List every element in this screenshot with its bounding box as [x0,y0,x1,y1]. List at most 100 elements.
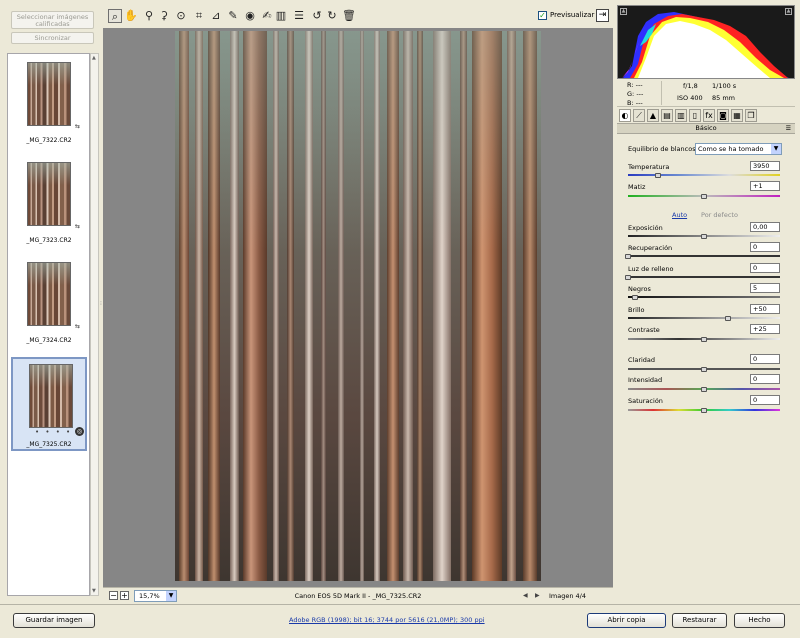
thumbnail-1[interactable]: ⇆ _MG_7322.CR2 [11,57,87,151]
workflow-options-link[interactable]: Adobe RGB (1998); bit 16; 3744 por 5616 … [289,616,485,624]
default-link[interactable]: Por defecto [701,211,738,219]
contraste-field[interactable]: +25 [750,324,780,334]
intensidad-slider-knob[interactable] [701,387,707,392]
negros-label: Negros [628,285,651,293]
matiz-label: Matiz [628,183,646,191]
intensidad-field[interactable]: 0 [750,374,780,384]
tab-snapshots-icon[interactable]: ❐ [745,109,757,122]
recuperacion-field[interactable]: 0 [750,242,780,252]
luz-track[interactable] [628,276,780,278]
settings-icon: ◎ [75,427,84,436]
chevron-down-icon[interactable]: ▼ [771,144,781,154]
scroll-down-icon[interactable]: ▼ [92,588,96,594]
negros-track[interactable] [628,296,780,298]
tab-split-toning-icon[interactable]: ▥ [675,109,687,122]
adjusted-icon: ⇆ [75,123,81,130]
thumbnail-2[interactable]: ⇆ _MG_7323.CR2 [11,157,87,251]
luz-field[interactable]: 0 [750,263,780,273]
negros-slider-knob[interactable] [632,295,638,300]
hand-icon[interactable]: ✋ [124,9,138,23]
intensidad-label: Intensidad [628,376,663,384]
color-sampler-icon[interactable]: ⚳ [157,9,171,23]
brillo-slider-knob[interactable] [725,316,731,321]
contraste-slider-knob[interactable] [701,337,707,342]
tab-hsl-icon[interactable]: ▤ [661,109,673,122]
wb-select[interactable]: Como se ha tomado ▼ [695,143,782,155]
adjusted-icon: ⇆ [75,323,81,330]
open-copy-button[interactable]: Abrir copia [587,613,666,628]
image-status-bar: − + 15,7% ▼ Canon EOS 5D Mark II - _MG_7… [103,587,613,604]
preview-checkbox[interactable]: ✓ [538,11,547,20]
iso-value: ISO 400 [677,94,703,102]
panel-menu-icon[interactable]: ☰ [786,124,791,133]
claridad-field[interactable]: 0 [750,354,780,364]
scroll-up-icon[interactable]: ▲ [92,55,96,61]
adjustment-brush-icon[interactable]: ✍ [260,9,274,23]
brillo-track[interactable] [628,317,780,319]
prev-image-icon[interactable]: ◀ [523,592,528,599]
crop-icon[interactable]: ⌗ [192,9,206,23]
exposicion-field[interactable]: 0,00 [750,222,780,232]
info-panel: R: --- G: --- B: --- f/1,8 1/100 s ISO 4… [617,79,795,107]
thumbnail-image [29,364,73,428]
tab-lens-icon[interactable]: ▯ [689,109,701,122]
thumbnail-4[interactable]: • • • • • ◎ _MG_7325.CR2 [11,357,87,451]
saturacion-slider-knob[interactable] [701,408,707,413]
straighten-icon[interactable]: ⊿ [209,9,223,23]
chevron-down-icon[interactable]: ▼ [166,591,176,601]
temperatura-track[interactable] [628,174,780,176]
photo-preview [175,31,541,581]
thumbnail-3[interactable]: ⇆ _MG_7324.CR2 [11,257,87,351]
trash-icon[interactable]: 🗑 [342,9,356,23]
tab-presets-icon[interactable]: ▦ [731,109,743,122]
white-balance-icon[interactable]: ⚲ [142,9,156,23]
select-rated-button[interactable]: Seleccionar imágenes calificadas [11,11,94,29]
save-image-button[interactable]: Guardar imagen [13,613,95,628]
tab-camera-calibration-icon[interactable]: ◙ [717,109,729,122]
red-eye-icon[interactable]: ◉ [243,9,257,23]
recuperacion-track[interactable] [628,255,780,257]
r-label: R: [627,81,634,89]
aperture-value: f/1,8 [683,82,698,90]
target-adjust-icon[interactable]: ⊙ [174,9,188,23]
auto-link[interactable]: Auto [672,211,687,219]
thumbnail-image [27,162,71,226]
fullscreen-icon[interactable]: ⇥ [596,9,609,22]
luz-slider-knob[interactable] [625,275,631,280]
tab-tone-curve-icon[interactable]: ⟋ [633,109,645,122]
zoom-icon[interactable]: ⌕ [108,9,122,23]
tab-basic-icon[interactable]: ◐ [619,109,631,122]
temperatura-slider-knob[interactable] [655,173,661,178]
highlight-clip-warning-icon[interactable]: ▲ [785,8,792,15]
temperatura-field[interactable]: 3950 [750,161,780,171]
claridad-slider-knob[interactable] [701,367,707,372]
rotate-left-icon[interactable]: ↺ [310,9,324,23]
rotate-right-icon[interactable]: ↻ [325,9,339,23]
filmstrip-scrollbar[interactable]: ▲ ▼ [90,53,99,596]
spot-removal-icon[interactable]: ✎ [226,9,240,23]
recuperacion-label: Recuperación [628,244,673,252]
wb-value: Como se ha tomado [698,145,764,153]
tab-effects-icon[interactable]: fx [703,109,715,122]
matiz-slider-knob[interactable] [701,194,707,199]
footer-divider [0,604,800,605]
zoom-select[interactable]: 15,7% ▼ [134,590,177,602]
saturacion-field[interactable]: 0 [750,395,780,405]
zoom-out-button[interactable]: − [109,591,118,600]
histogram: ▲ ▲ [617,5,795,79]
negros-field[interactable]: 5 [750,283,780,293]
preferences-icon[interactable]: ☰ [292,9,306,23]
sync-button[interactable]: Sincronizar [11,32,94,44]
recuperacion-slider-knob[interactable] [625,254,631,259]
next-image-icon[interactable]: ▶ [535,592,540,599]
exposicion-slider-knob[interactable] [701,234,707,239]
shadow-clip-warning-icon[interactable]: ▲ [620,8,627,15]
reset-button[interactable]: Restaurar [672,613,727,628]
zoom-in-button[interactable]: + [120,591,129,600]
preview-label: Previsualizar [550,11,595,19]
tab-detail-icon[interactable]: ▲ [647,109,659,122]
graduated-filter-icon[interactable]: ▥ [274,9,288,23]
done-button[interactable]: Hecho [734,613,785,628]
brillo-field[interactable]: +50 [750,304,780,314]
matiz-field[interactable]: +1 [750,181,780,191]
